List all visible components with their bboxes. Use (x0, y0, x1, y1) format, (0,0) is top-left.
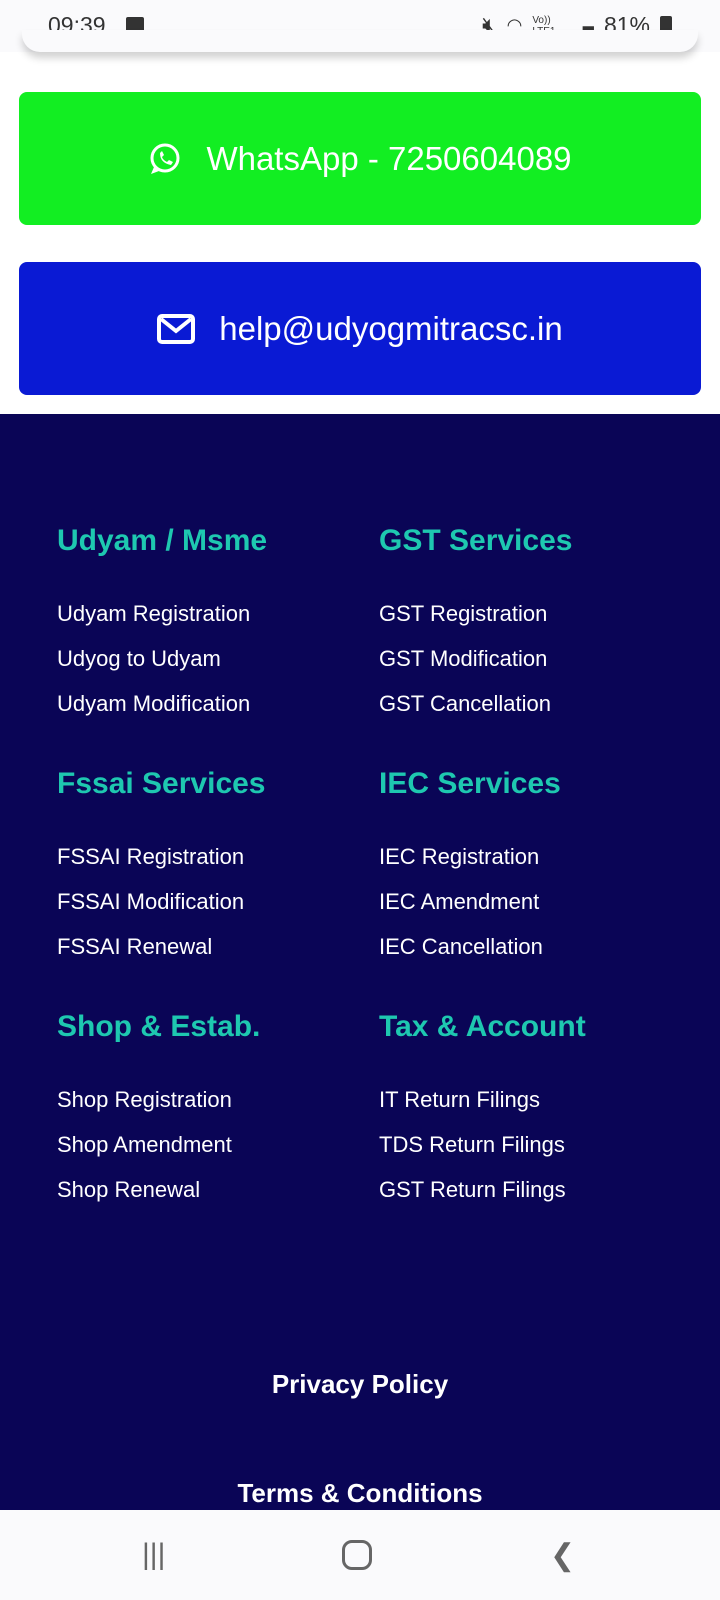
footer-link[interactable]: GST Registration (379, 601, 547, 627)
footer-link[interactable]: GST Modification (379, 646, 547, 672)
email-label: help@udyogmitracsc.in (219, 309, 563, 347)
footer-link[interactable]: IT Return Filings (379, 1087, 540, 1113)
footer-link[interactable]: Udyam Registration (57, 601, 250, 627)
footer-link[interactable]: Udyog to Udyam (57, 646, 221, 672)
mail-icon (157, 313, 196, 344)
footer-link[interactable]: GST Cancellation (379, 691, 551, 717)
recent-apps-icon[interactable]: ||| (142, 1538, 165, 1572)
footer-link[interactable]: FSSAI Registration (57, 844, 244, 870)
privacy-policy-link[interactable]: Privacy Policy (0, 1369, 720, 1400)
footer-link[interactable]: IEC Amendment (379, 889, 539, 915)
whatsapp-button[interactable]: WhatsApp - 7250604089 (19, 92, 701, 225)
footer-link[interactable]: GST Return Filings (379, 1177, 566, 1203)
footer-link[interactable]: TDS Return Filings (379, 1132, 565, 1158)
footer-link[interactable]: Shop Registration (57, 1087, 232, 1113)
footer-link[interactable]: Shop Amendment (57, 1132, 232, 1158)
footer-link[interactable]: FSSAI Renewal (57, 934, 212, 960)
footer-link[interactable]: Udyam Modification (57, 691, 250, 717)
footer: Udyam / Msme Udyam Registration Udyog to U… (0, 414, 720, 1510)
back-icon[interactable]: ❮ (550, 1538, 575, 1573)
footer-link[interactable]: IEC Cancellation (379, 934, 543, 960)
footer-section-heading: GST Services (379, 524, 573, 557)
footer-link[interactable]: FSSAI Modification (57, 889, 244, 915)
whatsapp-icon (150, 143, 180, 174)
email-button[interactable]: help@udyogmitracsc.in (19, 262, 701, 395)
terms-link[interactable]: Terms & Conditions (0, 1478, 720, 1509)
footer-section-heading: Shop & Estab. (57, 1010, 261, 1043)
header-card-edge (22, 30, 698, 52)
footer-section-heading: Fssai Services (57, 767, 266, 800)
footer-link[interactable]: Shop Renewal (57, 1177, 200, 1203)
footer-section-heading: Tax & Account (379, 1010, 586, 1043)
whatsapp-label: WhatsApp - 7250604089 (206, 139, 572, 177)
footer-section-heading: Udyam / Msme (57, 524, 268, 557)
system-nav-bar: ||| ❮ (0, 1510, 720, 1600)
home-icon[interactable] (342, 1540, 372, 1570)
footer-section-heading: IEC Services (379, 767, 561, 800)
footer-link[interactable]: IEC Registration (379, 844, 539, 870)
